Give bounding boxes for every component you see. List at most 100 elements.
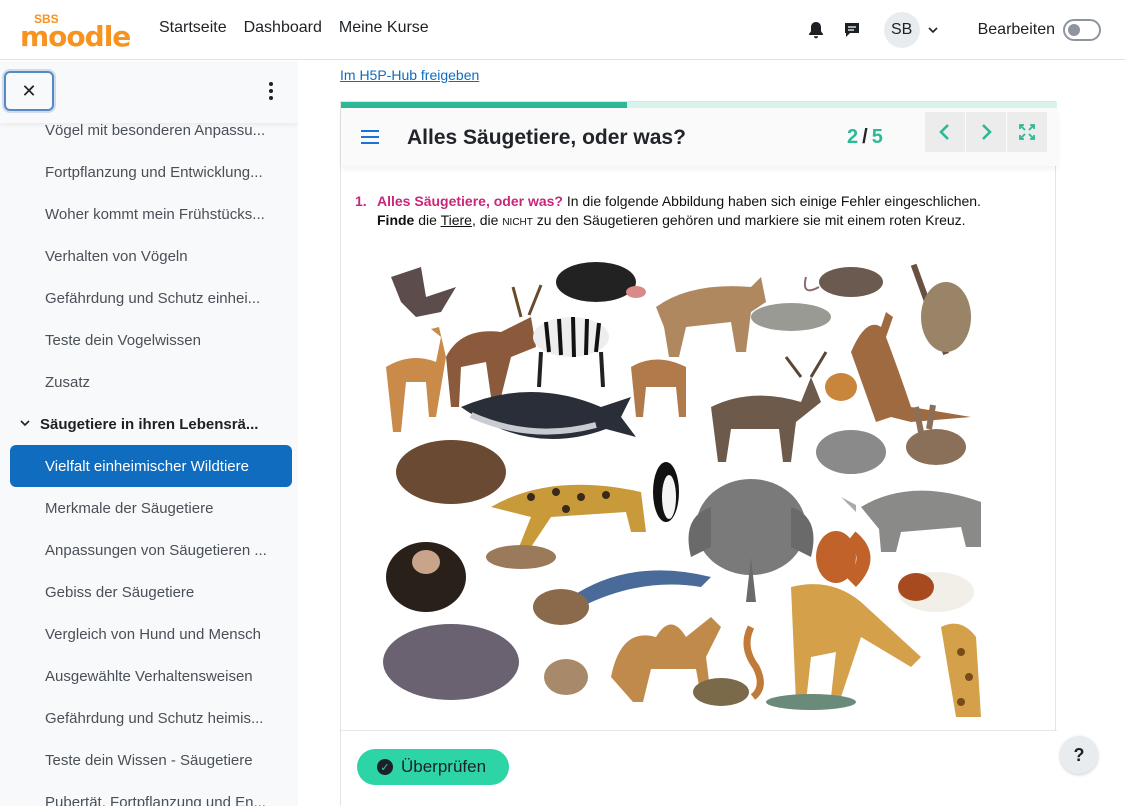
fullscreen-expand-icon[interactable]	[1007, 112, 1047, 152]
zebra	[533, 316, 609, 388]
task-line2-c: zu den Säugetieren gehören und markiere …	[532, 212, 966, 228]
cheetah	[791, 584, 921, 702]
course-index-item-label: Vielfalt einheimischer Wildtiere	[45, 457, 249, 475]
user-avatar[interactable]: SB	[883, 12, 920, 48]
jaguar	[491, 484, 646, 547]
task-line1-text: In die folgende Abbildung haben sich ein…	[562, 193, 981, 209]
hippo	[383, 624, 519, 700]
h5p-course-presentation: Alles Säugetiere, oder was? 2/5 1. Alles…	[340, 101, 1057, 807]
slide-separator: /	[862, 126, 868, 148]
check-circle-icon: ✓	[377, 759, 393, 775]
course-index-item[interactable]: Anpassungen von Säugetieren ...	[0, 529, 288, 571]
course-index-item[interactable]: Merkmale der Säugetiere	[0, 487, 288, 529]
course-index-item[interactable]: Teste dein Wissen - Säugetiere	[0, 739, 288, 781]
seahorse	[743, 625, 764, 700]
slide-menu-hamburger-icon[interactable]	[361, 130, 379, 144]
close-drawer-button[interactable]: ✕	[4, 71, 54, 111]
next-slide-chevron-right-icon[interactable]	[966, 112, 1006, 152]
section-collapse-chevron-icon[interactable]	[20, 418, 40, 430]
course-index-item-label: Zusatz	[45, 373, 91, 391]
h5p-hub-share-link[interactable]: Im H5P-Hub freigeben	[340, 67, 479, 83]
messages-chat-icon[interactable]	[834, 12, 870, 48]
primary-navigation: Startseite Dashboard Meine Kurse	[159, 19, 446, 37]
course-index-item-label: Vögel mit besonderen Anpassu...	[45, 121, 266, 139]
course-index-item[interactable]: Teste dein Vogelwissen	[0, 319, 288, 361]
gazelle	[386, 327, 446, 432]
close-icon: ✕	[21, 80, 37, 101]
whale	[461, 392, 636, 440]
giraffe	[941, 623, 981, 717]
user-menu-chevron-down-icon[interactable]	[928, 23, 938, 37]
deer	[446, 284, 543, 407]
course-index-item[interactable]: Vielfalt einheimischer Wildtiere	[10, 445, 292, 487]
elephant	[688, 479, 814, 602]
task-nicht: NICHT	[502, 217, 533, 228]
notifications-bell-icon[interactable]	[798, 12, 834, 48]
nav-startseite[interactable]: Startseite	[159, 19, 227, 37]
task-line2-b: , die	[471, 212, 503, 228]
course-index-item-label: Pubertät, Fortpflanzung und En...	[45, 793, 266, 807]
course-index-item[interactable]: Gebiss der Säugetiere	[0, 571, 288, 613]
help-question-icon[interactable]: ?	[1060, 736, 1098, 774]
course-index-drawer: ✕ Vögel mit besonderen Anpassu... Fortpfl…	[0, 61, 298, 806]
nav-meine-kurse[interactable]: Meine Kurse	[339, 19, 429, 37]
young-deer	[631, 359, 686, 417]
course-index-item-label: Vergleich von Hund und Mensch	[45, 625, 261, 643]
drawer-options-kebab-icon[interactable]	[262, 79, 280, 103]
shrew	[486, 545, 556, 569]
chimpanzee	[386, 542, 466, 612]
bat	[391, 267, 456, 317]
previous-slide-chevron-left-icon[interactable]	[925, 112, 965, 152]
drawer-header: ✕	[0, 61, 298, 123]
user-menu-area: SB Bearbeiten	[798, 10, 1101, 50]
edit-mode-toggle[interactable]	[1063, 19, 1101, 41]
task-number: 1.	[355, 193, 367, 209]
mouse	[544, 659, 588, 695]
dolphin	[571, 570, 711, 607]
lizard	[766, 694, 856, 710]
course-index-item-label: Gefährdung und Schutz einhei...	[45, 289, 261, 307]
squirrel	[816, 531, 871, 587]
course-index-item[interactable]: Woher kommt mein Frühstücks...	[0, 193, 288, 235]
course-index-list: Vögel mit besonderen Anpassu... Fortpflan…	[0, 109, 298, 806]
site-logo[interactable]: SBS moodle	[20, 12, 131, 53]
boar	[396, 440, 506, 504]
logo-moodle-text: moodle	[20, 20, 131, 53]
nav-dashboard[interactable]: Dashboard	[244, 19, 322, 37]
course-index-item-label: Gebiss der Säugetiere	[45, 583, 195, 601]
check-button-label: Überprüfen	[401, 757, 487, 776]
guinea-pig	[898, 572, 974, 612]
chinchilla	[816, 430, 886, 474]
course-index-item[interactable]: Gefährdung und Schutz heimis...	[0, 697, 288, 739]
sloth	[910, 263, 971, 356]
toad	[693, 678, 749, 706]
seal	[751, 303, 831, 331]
course-index-item[interactable]: Ausgewählte Verhaltensweisen	[0, 655, 288, 697]
presentation-header: Alles Säugetiere, oder was? 2/5	[341, 108, 1057, 166]
task-line-1: Alles Säugetiere, oder was? In die folge…	[377, 192, 981, 211]
check-answers-button[interactable]: ✓ Überprüfen	[357, 749, 509, 785]
course-index-item[interactable]: Gefährdung und Schutz einhei...	[0, 277, 288, 319]
marten	[533, 589, 589, 625]
course-index-item[interactable]: Vergleich von Hund und Mensch	[0, 613, 288, 655]
task-tiere: Tiere	[440, 212, 472, 228]
course-section-item[interactable]: Säugetiere in ihren Lebensrä...	[0, 403, 288, 445]
course-index-item-label: Merkmale der Säugetiere	[45, 499, 214, 517]
course-index-item-label: Anpassungen von Säugetieren ...	[45, 541, 267, 559]
task-heading: Alles Säugetiere, oder was?	[377, 193, 563, 209]
course-index-item-label: Teste dein Wissen - Säugetiere	[45, 751, 253, 769]
task-line-2: Finde die Tiere, die NICHT zu den Säuget…	[377, 211, 966, 232]
course-index-item-label: Ausgewählte Verhaltensweisen	[45, 667, 253, 685]
task-finde: Finde	[377, 212, 415, 228]
course-index-item[interactable]: Verhalten von Vögeln	[0, 235, 288, 277]
main-content: Im H5P-Hub freigeben Alles Säugetiere, o…	[298, 61, 1125, 807]
animal-collage-image[interactable]	[381, 257, 993, 719]
course-index-item[interactable]: Pubertät, Fortpflanzung und En...	[0, 781, 288, 807]
task-line2-a: die	[414, 212, 441, 228]
penguin	[653, 462, 679, 522]
course-index-item[interactable]: Fortpflanzung und Entwicklung...	[0, 151, 288, 193]
course-index-item[interactable]: Zusatz	[0, 361, 288, 403]
presentation-title: Alles Säugetiere, oder was?	[407, 126, 686, 149]
hamster-small	[825, 373, 857, 401]
presentation-footer: ✓ Überprüfen	[341, 730, 1057, 807]
